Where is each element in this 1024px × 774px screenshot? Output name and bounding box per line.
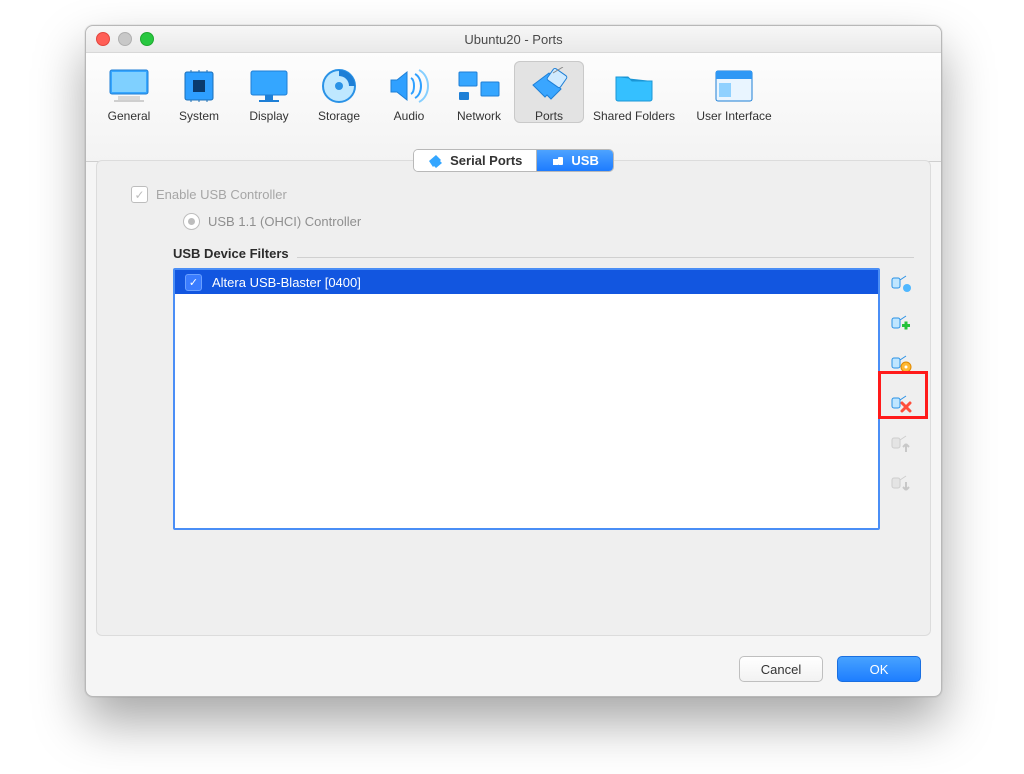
network-icon <box>455 65 503 107</box>
speaker-icon <box>385 65 433 107</box>
toolbar-user-interface-label: User Interface <box>696 109 771 123</box>
usb-filter-actions <box>888 268 914 530</box>
usb-ohci-radio[interactable] <box>183 213 200 230</box>
usb-filter-item-label: Altera USB-Blaster [0400] <box>212 275 361 290</box>
toolbar-system[interactable]: System <box>164 61 234 123</box>
toolbar-system-label: System <box>179 109 219 123</box>
cancel-button-label: Cancel <box>761 662 801 677</box>
enable-usb-controller-checkbox[interactable]: ✓ <box>131 186 148 203</box>
usb-controller-type-row: USB 1.1 (OHCI) Controller <box>183 213 914 230</box>
toolbar-audio[interactable]: Audio <box>374 61 444 123</box>
window-minimize-icon[interactable] <box>118 32 132 46</box>
folder-icon <box>610 65 658 107</box>
ok-button-label: OK <box>870 662 889 677</box>
usb-icon <box>551 154 565 168</box>
ui-icon <box>710 65 758 107</box>
enable-usb-controller-label: Enable USB Controller <box>156 187 287 202</box>
settings-window: Ubuntu20 - Ports General System <box>85 25 942 697</box>
display-icon <box>245 65 293 107</box>
toolbar-network[interactable]: Network <box>444 61 514 123</box>
monitor-icon <box>105 65 153 107</box>
toolbar-display-label: Display <box>249 109 288 123</box>
usb-filter-item-checkbox[interactable]: ✓ <box>185 274 202 291</box>
dialog-footer: Cancel OK <box>739 656 921 682</box>
ports-tabs: Serial Ports USB <box>413 149 614 172</box>
tab-usb-label: USB <box>571 153 598 168</box>
add-empty-filter-button[interactable] <box>888 270 914 296</box>
ok-button[interactable]: OK <box>837 656 921 682</box>
edit-filter-button[interactable] <box>888 350 914 376</box>
enable-usb-controller-row: ✓ Enable USB Controller <box>131 186 914 203</box>
toolbar-ports-label: Ports <box>535 109 563 123</box>
serial-port-icon <box>428 154 444 168</box>
toolbar-storage-label: Storage <box>318 109 360 123</box>
toolbar-audio-label: Audio <box>394 109 425 123</box>
toolbar-network-label: Network <box>457 109 501 123</box>
toolbar-general[interactable]: General <box>94 61 164 123</box>
disk-icon <box>315 65 363 107</box>
tab-usb[interactable]: USB <box>536 150 612 171</box>
tab-serial-ports[interactable]: Serial Ports <box>414 150 536 171</box>
titlebar: Ubuntu20 - Ports <box>86 26 941 53</box>
move-filter-up-button[interactable] <box>888 430 914 456</box>
tab-serial-ports-label: Serial Ports <box>450 153 522 168</box>
window-title: Ubuntu20 - Ports <box>464 32 562 47</box>
chip-icon <box>175 65 223 107</box>
settings-toolbar: General System Display Sto <box>86 53 941 162</box>
usb-filter-list[interactable]: ✓ Altera USB-Blaster [0400] <box>173 268 880 530</box>
window-zoom-icon[interactable] <box>140 32 154 46</box>
cancel-button[interactable]: Cancel <box>739 656 823 682</box>
move-filter-down-button[interactable] <box>888 470 914 496</box>
toolbar-display[interactable]: Display <box>234 61 304 123</box>
ports-icon <box>525 65 573 107</box>
toolbar-storage[interactable]: Storage <box>304 61 374 123</box>
toolbar-shared-folders-label: Shared Folders <box>593 109 675 123</box>
toolbar-shared-folders[interactable]: Shared Folders <box>584 61 684 123</box>
window-close-icon[interactable] <box>96 32 110 46</box>
usb-filter-item[interactable]: ✓ Altera USB-Blaster [0400] <box>175 270 878 294</box>
add-filter-from-device-button[interactable] <box>888 310 914 336</box>
ports-panel: Serial Ports USB ✓ Enable USB Controller… <box>96 160 931 636</box>
toolbar-ports[interactable]: Ports <box>514 61 584 123</box>
toolbar-user-interface[interactable]: User Interface <box>684 61 784 123</box>
usb-ohci-label: USB 1.1 (OHCI) Controller <box>208 214 361 229</box>
toolbar-general-label: General <box>108 109 151 123</box>
usb-device-filters-label: USB Device Filters <box>173 246 297 261</box>
remove-filter-button[interactable] <box>888 390 914 416</box>
